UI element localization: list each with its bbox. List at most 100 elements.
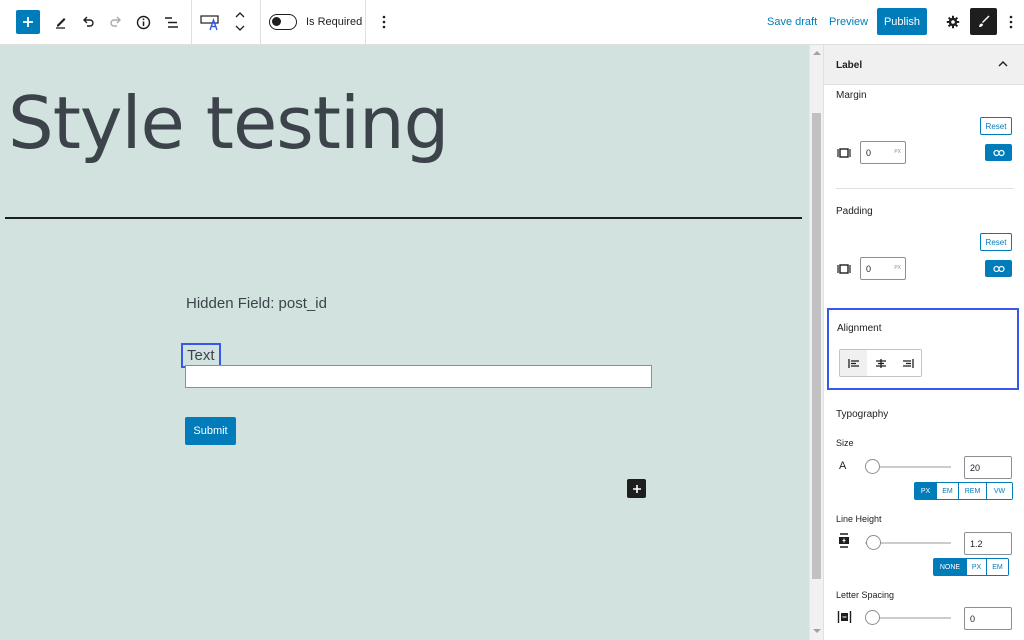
submit-button[interactable]: Submit [185,417,236,445]
unit-em-button[interactable]: EM [986,559,1008,575]
styles-button[interactable] [970,8,997,35]
unit-em-button[interactable]: EM [936,483,958,499]
margin-title: Margin [836,90,867,101]
is-required-label: Is Required [306,16,363,28]
letter-spacing-slider-thumb[interactable] [865,610,880,625]
line-height-icon [839,533,849,548]
list-view-icon [164,16,178,28]
panel-title: Label [836,60,863,71]
scroll-thumb[interactable] [812,113,821,579]
undo-icon [83,16,94,27]
padding-unit: PX [894,265,901,271]
redo-button[interactable] [105,11,127,33]
is-required-toggle[interactable] [269,14,297,30]
margin-input[interactable]: 0 PX [860,141,906,164]
toggle-knob [272,17,281,26]
separator-line [5,217,802,219]
unit-px-button[interactable]: PX [915,483,936,499]
padding-value: 0 [866,264,872,274]
hidden-field-block[interactable]: Hidden Field: post_id [186,295,327,312]
chevron-up-icon [235,12,245,18]
padding-box-icon [837,264,851,274]
letter-spacing-input[interactable]: 0 [964,607,1012,630]
link-icon [992,265,1005,272]
margin-value: 0 [866,148,872,158]
label-panel-header[interactable]: Label [824,45,1024,85]
gear-icon [946,15,960,29]
align-left-icon [847,358,859,368]
block-inserter-button[interactable] [627,479,646,498]
alignment-button-group [839,349,922,377]
publish-button[interactable]: Publish [877,8,927,35]
letter-spacing-icon [837,611,852,623]
more-vertical-icon [1009,15,1013,29]
more-vertical-icon [382,15,386,29]
chevron-up-icon [998,61,1008,67]
add-block-button[interactable] [16,10,40,34]
margin-box-icon [837,148,851,158]
size-unit-group: PX EM REM VW [914,482,1013,500]
options-menu-button[interactable] [1002,11,1020,33]
line-height-unit-group: NONE PX EM [933,558,1009,576]
alignment-section: Alignment [827,308,1019,390]
align-right-button[interactable] [894,350,921,376]
editor-canvas[interactable]: Style testing Hidden Field: post_id Text… [0,45,809,640]
move-up-button[interactable] [232,9,248,21]
line-height-input[interactable]: 1.2 [964,532,1012,555]
margin-reset-button[interactable]: Reset [980,117,1012,135]
redo-icon [110,16,121,27]
align-center-button[interactable] [867,350,894,376]
link-icon [992,149,1005,156]
toolbar-divider [365,0,366,44]
canvas-scrollbar[interactable] [809,45,823,640]
editor-toolbar: Is Required Save draft Preview Publish [0,0,1024,45]
unit-none-button[interactable]: NONE [934,559,966,575]
post-title[interactable]: Style testing [8,87,449,159]
block-options-button[interactable] [374,11,394,33]
padding-reset-button[interactable]: Reset [980,233,1012,251]
size-label: Size [836,438,854,448]
unit-px-button[interactable]: PX [966,559,986,575]
line-height-slider-thumb[interactable] [866,535,881,550]
scroll-down-arrow[interactable] [813,629,821,633]
align-left-button[interactable] [840,350,867,376]
padding-link-button[interactable] [985,260,1012,277]
padding-input[interactable]: 0 PX [860,257,906,280]
text-field-block-icon [200,15,219,31]
padding-title: Padding [836,206,873,217]
tools-button[interactable] [50,11,72,33]
typography-title: Typography [836,409,889,420]
line-height-label: Line Height [836,514,882,524]
brush-icon [978,15,989,27]
unit-rem-button[interactable]: REM [958,483,986,499]
chevron-down-icon [235,25,245,31]
preview-button[interactable]: Preview [829,16,868,28]
align-center-icon [875,358,886,368]
size-input[interactable]: 20 [964,456,1012,479]
toolbar-divider [260,0,261,44]
plus-icon [632,484,641,493]
unit-vw-button[interactable]: VW [986,483,1012,499]
toolbar-divider [191,0,192,44]
section-divider [836,188,1014,189]
text-input-field[interactable] [185,365,652,388]
scroll-up-arrow[interactable] [813,51,821,55]
info-icon [136,15,150,29]
settings-sidebar: Label Margin Reset 0 PX Padding Reset 0 … [823,45,1024,640]
size-slider-thumb[interactable] [865,459,880,474]
save-draft-button[interactable]: Save draft [767,16,817,28]
undo-button[interactable] [77,11,99,33]
alignment-title: Alignment [837,323,882,334]
block-type-button[interactable] [198,10,224,34]
details-button[interactable] [132,11,154,33]
pencil-icon [56,18,66,29]
letter-spacing-label: Letter Spacing [836,590,895,600]
align-right-icon [902,358,914,368]
move-down-button[interactable] [232,22,248,34]
list-view-button[interactable] [160,11,182,33]
font-size-icon: A [839,460,847,472]
plus-icon [23,17,33,27]
margin-link-button[interactable] [985,144,1012,161]
settings-button[interactable] [942,11,964,33]
margin-unit: PX [894,149,901,155]
